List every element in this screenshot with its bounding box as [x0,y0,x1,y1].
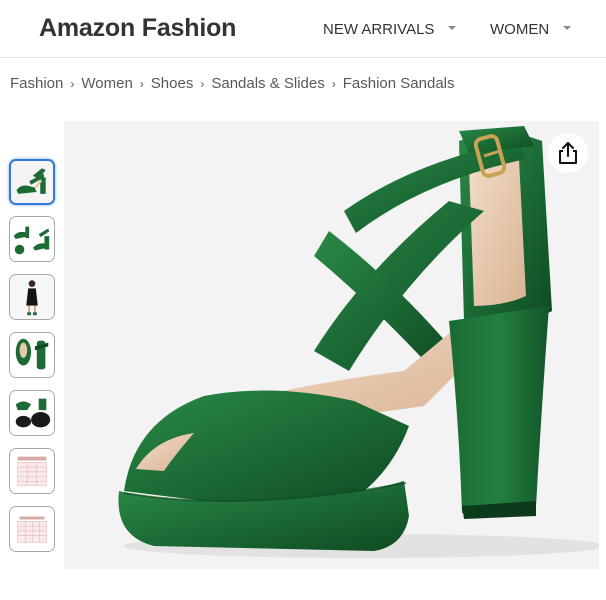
model-wearing-black-dress-icon [10,275,54,319]
breadcrumb-fashion[interactable]: Fashion [10,75,63,92]
site-header: Amazon Fashion NEW ARRIVALS WOMEN [0,0,606,58]
brand-logo[interactable]: Amazon Fashion [39,14,236,43]
green-velvet-platform-sandal-image [118,126,599,558]
thumbnail-6[interactable] [9,448,55,494]
nav-new-arrivals-label: NEW ARRIVALS [323,21,435,38]
breadcrumb-separator: › [200,76,205,91]
thumbnail-3[interactable] [9,274,55,320]
product-page: Amazon Fashion NEW ARRIVALS WOMEN Fashio… [0,0,606,600]
share-button[interactable] [548,133,588,173]
green-sandal-back-view-icon [10,333,54,377]
breadcrumb-sandals-slides[interactable]: Sandals & Slides [211,75,324,92]
size-chart-table-icon [10,507,54,551]
thumbnail-5[interactable] [9,390,55,436]
thumbnail-2[interactable] [9,216,55,262]
thumbnail-1[interactable] [9,159,55,205]
breadcrumb-separator: › [139,76,144,91]
thumbnail-7[interactable] [9,506,55,552]
sandal-sole-view-icon [10,391,54,435]
breadcrumb: Fashion › Women › Shoes › Sandals & Slid… [10,75,455,92]
main-product-image[interactable] [64,121,599,569]
nav-new-arrivals[interactable]: NEW ARRIVALS [323,21,457,38]
chevron-down-icon [448,25,457,30]
size-chart-table-icon [10,449,54,493]
nav-women[interactable]: WOMEN [490,21,572,38]
breadcrumb-shoes[interactable]: Shoes [151,75,194,92]
breadcrumb-women[interactable]: Women [81,75,132,92]
breadcrumb-separator: › [70,76,75,91]
share-icon [559,142,577,164]
thumbnail-4[interactable] [9,332,55,378]
nav-women-label: WOMEN [490,21,550,38]
chevron-down-icon [563,25,572,30]
green-sandal-side-view-icon [11,161,53,203]
green-sandal-pair-view-icon [10,217,54,261]
breadcrumb-separator: › [331,76,336,91]
breadcrumb-fashion-sandals[interactable]: Fashion Sandals [343,75,455,92]
